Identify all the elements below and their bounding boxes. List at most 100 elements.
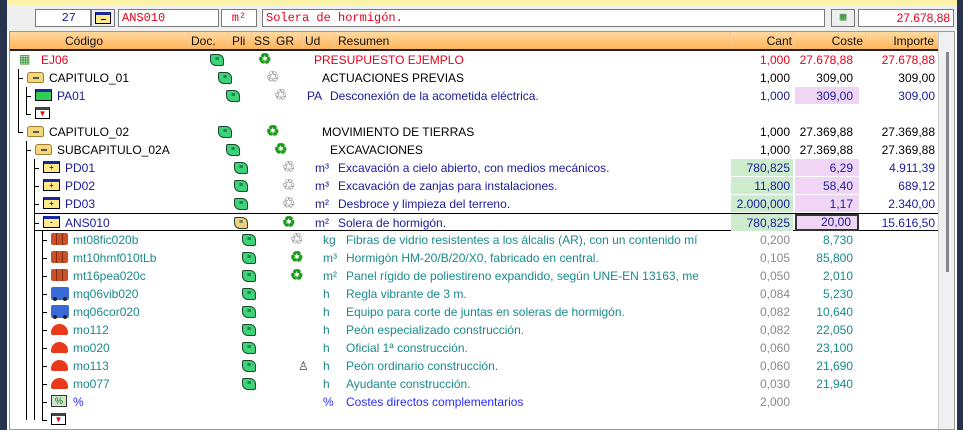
document-icon[interactable]: ≡ <box>234 162 248 174</box>
row-quantity[interactable]: 1,000 <box>731 69 793 86</box>
row-cost[interactable]: 23,100 <box>795 339 859 356</box>
document-icon[interactable]: ≡ <box>242 360 256 372</box>
tree-row[interactable]: mt08fic020b ≡ ♲ kg Fibras de vidrio resisten… <box>10 231 938 249</box>
row-quantity[interactable]: 0,082 <box>731 321 793 338</box>
col-pli[interactable]: Pli <box>232 34 245 48</box>
row-cost[interactable]: 27.678,88 <box>795 51 859 68</box>
vertical-scrollbar[interactable] <box>938 32 954 429</box>
recycle-icon[interactable]: ♲ <box>282 177 295 195</box>
document-icon[interactable]: ≡ <box>234 180 248 192</box>
recycle-icon[interactable]: ♲ <box>290 231 303 249</box>
calculate-button[interactable]: ▦ <box>831 9 855 27</box>
recycle-icon[interactable]: ♻ <box>290 249 303 267</box>
tree-row[interactable]: SUBCAPITULO_02A ≡ ♻ EXCAVACIONES 1,000 27.369… <box>10 141 938 159</box>
summary-field[interactable]: Solera de hormigón. <box>262 9 825 27</box>
tree-row[interactable]: CAPITULO_01 ≡ ♲ ACTUACIONES PREVIAS 1,000 309… <box>10 69 938 87</box>
tree-row[interactable]: PA01 ≡ ♲ PA Desconexión de la acometida eléc… <box>10 87 938 105</box>
tree-row[interactable]: mt16pea020c ≡ ♻ m² Panel rígido de poliestir… <box>10 267 938 285</box>
row-quantity[interactable]: 780,825 <box>731 214 793 231</box>
document-icon[interactable]: ≡ <box>242 270 256 282</box>
row-quantity[interactable]: 1,000 <box>731 87 793 104</box>
row-quantity[interactable]: 0,050 <box>731 267 793 284</box>
tree-row[interactable]: ▦ EJ06 ≡ ♻ PRESUPUESTO EJEMPLO 1,000 27.678,88… <box>10 51 938 69</box>
document-icon[interactable]: ≡ <box>226 144 240 156</box>
row-cost[interactable]: 5,230 <box>795 285 859 302</box>
row-quantity[interactable]: 0,084 <box>731 285 793 302</box>
item-type-button[interactable] <box>91 9 115 27</box>
row-quantity[interactable]: 2,000 <box>731 393 793 410</box>
tree-row[interactable]: + PD02 ≡ ♲ m³ Excavación de zanjas para insta… <box>10 177 938 195</box>
tree-row[interactable]: mq06cor020 ≡ h Equipo para corte de juntas … <box>10 303 938 321</box>
document-icon[interactable]: ≡ <box>242 324 256 336</box>
row-cost[interactable]: 309,00 <box>795 69 859 86</box>
recycle-icon[interactable]: ♻ <box>258 51 271 69</box>
row-cost[interactable]: 21,690 <box>795 357 859 374</box>
row-cost[interactable]: 27.369,88 <box>795 141 859 158</box>
row-cost[interactable]: 22,050 <box>795 321 859 338</box>
row-quantity[interactable]: 1,000 <box>731 123 793 140</box>
row-quantity[interactable]: 1,000 <box>731 51 793 68</box>
col-cant[interactable]: Cant <box>767 34 792 48</box>
col-summary[interactable]: Resumen <box>338 34 389 48</box>
row-cost[interactable]: 58,40 <box>795 177 859 194</box>
row-quantity[interactable]: 0,030 <box>731 375 793 392</box>
col-coste[interactable]: Coste <box>832 34 863 48</box>
row-cost[interactable]: 309,00 <box>795 87 859 104</box>
row-cost[interactable]: 2,010 <box>795 267 859 284</box>
row-quantity[interactable]: 0,105 <box>731 249 793 266</box>
document-icon[interactable]: ≡ <box>242 342 256 354</box>
recycle-icon[interactable]: ♻ <box>290 267 303 285</box>
row-cost[interactable]: 21,940 <box>795 375 859 392</box>
recycle-icon[interactable]: ♲ <box>266 69 279 87</box>
document-icon[interactable]: ≡ <box>242 288 256 300</box>
code-field[interactable]: ANS010 <box>118 9 219 27</box>
document-icon[interactable]: ≡ <box>210 54 224 66</box>
document-icon[interactable]: ≡ <box>218 126 232 138</box>
col-doc[interactable]: Doc. <box>191 34 216 48</box>
tree-row[interactable]: mo113 ≡ ♙ h Peón ordinario construcción. 0,06… <box>10 357 938 375</box>
recycle-icon[interactable]: ♲ <box>282 195 295 213</box>
row-cost[interactable]: 27.369,88 <box>795 123 859 140</box>
tree-row[interactable]: mq06vib020 ≡ h Regla vibrante de 3 m. 0,084 5… <box>10 285 938 303</box>
tree-row[interactable]: CAPITULO_02 ≡ ♻ MOVIMIENTO DE TIERRAS 1,000 2… <box>10 123 938 141</box>
document-icon[interactable]: ≡ <box>242 234 256 246</box>
tree-row[interactable]: + PD03 ≡ ♲ m² Desbroce y limpieza del terreno… <box>10 195 938 213</box>
row-quantity[interactable]: 11,800 <box>731 177 793 194</box>
unit-field[interactable]: m² <box>221 9 257 27</box>
row-cost[interactable]: 85,800 <box>795 249 859 266</box>
document-icon[interactable]: ≡ <box>242 378 256 390</box>
col-ud[interactable]: Ud <box>305 34 320 48</box>
tree-row[interactable]: %%% Costes directos complementarios 2,000 <box>10 393 938 411</box>
tree-row[interactable]: ▼ <box>10 105 938 123</box>
row-cost[interactable]: 6,29 <box>795 159 859 176</box>
row-quantity[interactable]: 780,825 <box>731 159 793 176</box>
tree-row[interactable]: mo020 ≡ h Oficial 1ª construcción. 0,060 23,1… <box>10 339 938 357</box>
index-field[interactable]: 27 <box>35 9 91 27</box>
document-icon[interactable]: ≡ <box>234 217 248 229</box>
col-importe[interactable]: Importe <box>893 34 934 48</box>
tree-row[interactable]: mt10hmf010tLb ≡ ♻ m³ Hormigón HM-20/B/20/X0,… <box>10 249 938 267</box>
recycle-icon[interactable]: ♲ <box>274 87 287 105</box>
row-cost[interactable] <box>795 393 859 410</box>
tree-row[interactable]: mo077 ≡ h Ayudante construcción. 0,030 21,940 <box>10 375 938 393</box>
row-quantity[interactable]: 2.000,000 <box>731 195 793 212</box>
row-quantity[interactable]: 1,000 <box>731 141 793 158</box>
tree-row[interactable]: - ANS010 ≡ ♻ m² Solera de hormigón. 780,825 20,… <box>34 213 938 232</box>
col-code[interactable]: Código <box>65 34 103 48</box>
row-quantity[interactable]: 0,060 <box>731 339 793 356</box>
row-cost[interactable]: 20,00 <box>795 214 859 231</box>
row-cost[interactable]: 8,730 <box>795 231 859 248</box>
recycle-icon[interactable]: ♻ <box>266 123 279 141</box>
col-ss[interactable]: SS <box>254 34 270 48</box>
recycle-icon[interactable]: ♲ <box>282 159 295 177</box>
row-cost[interactable]: 1,17 <box>795 195 859 212</box>
recycle-icon[interactable]: ♻ <box>282 214 295 232</box>
row-quantity[interactable]: 0,082 <box>731 303 793 320</box>
col-gr[interactable]: GR <box>276 34 294 48</box>
scrollbar-thumb[interactable] <box>946 52 949 272</box>
document-icon[interactable]: ≡ <box>226 90 240 102</box>
row-cost[interactable]: 10,640 <box>795 303 859 320</box>
document-icon[interactable]: ≡ <box>234 198 248 210</box>
row-quantity[interactable]: 0,200 <box>731 231 793 248</box>
document-icon[interactable]: ≡ <box>242 306 256 318</box>
